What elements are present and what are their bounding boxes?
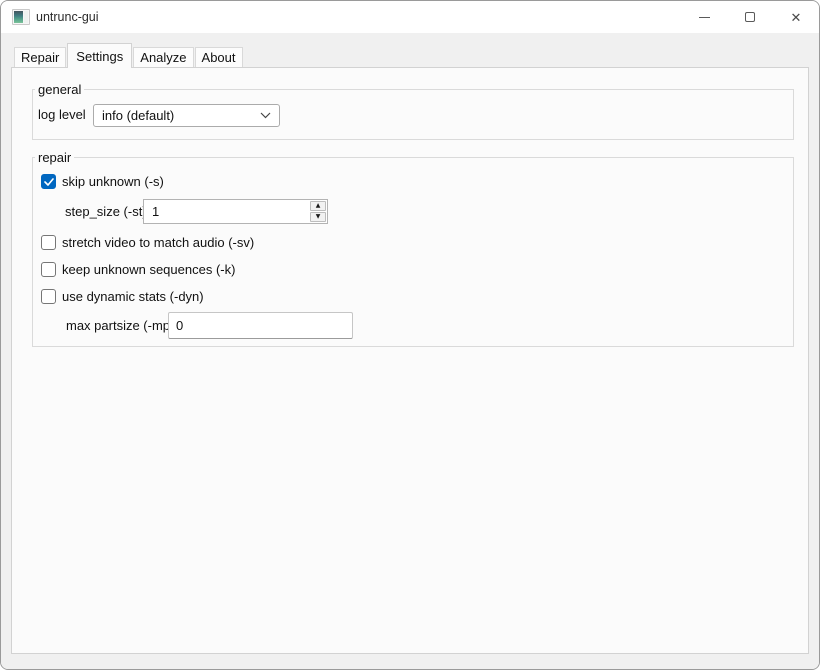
spin-up-button[interactable]: ▲	[310, 201, 326, 211]
step-size-label: step_size (-st)	[65, 204, 147, 219]
check-icon	[43, 177, 54, 186]
log-level-row: log level	[38, 107, 86, 122]
tab-analyze[interactable]: Analyze	[133, 47, 194, 67]
app-icon-strip	[24, 11, 28, 23]
stretch-video-row: stretch video to match audio (-sv)	[41, 235, 254, 250]
app-icon-image	[14, 11, 23, 23]
group-repair: repair skip unknown (-s) step_size (-st)…	[32, 150, 794, 347]
app-icon	[12, 9, 30, 25]
skip-unknown-label: skip unknown (-s)	[62, 174, 164, 189]
minimize-button[interactable]	[681, 1, 727, 33]
skip-unknown-checkbox[interactable]	[41, 174, 56, 189]
close-icon: ✕	[790, 9, 802, 25]
chevron-down-icon	[260, 112, 271, 119]
dynamic-stats-checkbox[interactable]	[41, 289, 56, 304]
tab-analyze-label: Analyze	[140, 50, 187, 65]
dynamic-stats-label: use dynamic stats (-dyn)	[62, 289, 204, 304]
stretch-video-checkbox[interactable]	[41, 235, 56, 250]
tab-settings[interactable]: Settings	[67, 43, 133, 68]
skip-unknown-row: skip unknown (-s)	[41, 174, 164, 189]
max-partsize-input[interactable]	[168, 312, 353, 339]
client-area: Repair Settings Analyze About general lo…	[1, 33, 819, 669]
step-size-row: step_size (-st)	[65, 204, 147, 219]
arrow-down-icon: ▼	[315, 213, 321, 220]
max-partsize-label: max partsize (-mp)	[66, 318, 175, 333]
group-general-title: general	[35, 82, 85, 97]
keep-unknown-row: keep unknown sequences (-k)	[41, 262, 235, 277]
arrow-up-icon: ▲	[315, 202, 321, 209]
minimize-icon	[698, 16, 710, 18]
group-general: general log level info (default)	[32, 82, 794, 140]
log-level-label: log level	[38, 107, 86, 122]
keep-unknown-label: keep unknown sequences (-k)	[62, 262, 236, 277]
maximize-button[interactable]	[727, 1, 773, 33]
tab-about-label: About	[201, 50, 236, 65]
dynamic-stats-row: use dynamic stats (-dyn)	[41, 289, 204, 304]
settings-pane: general log level info (default) repair …	[11, 67, 809, 654]
step-size-spinbox: ▲ ▼	[143, 199, 328, 224]
tab-about[interactable]: About	[194, 47, 243, 67]
log-level-value: info (default)	[102, 108, 175, 123]
maximize-icon	[745, 12, 755, 22]
tabbar: Repair Settings Analyze About	[14, 43, 244, 68]
group-repair-title: repair	[35, 150, 75, 165]
stretch-video-label: stretch video to match audio (-sv)	[62, 235, 255, 250]
window-controls: ✕	[681, 1, 819, 33]
tab-repair[interactable]: Repair	[14, 47, 67, 67]
close-button[interactable]: ✕	[773, 1, 819, 33]
titlebar: untrunc-gui ✕	[1, 1, 819, 33]
step-size-spin-buttons: ▲ ▼	[309, 200, 327, 223]
spin-down-button[interactable]: ▼	[310, 212, 326, 222]
tab-settings-label: Settings	[76, 48, 124, 64]
keep-unknown-checkbox[interactable]	[41, 262, 56, 277]
step-size-input[interactable]	[144, 200, 309, 223]
window-title: untrunc-gui	[36, 10, 99, 24]
tab-repair-label: Repair	[21, 50, 60, 65]
log-level-combobox[interactable]: info (default)	[93, 104, 280, 127]
max-partsize-row: max partsize (-mp)	[66, 318, 174, 333]
app-window: untrunc-gui ✕ Repair Settings Analyze Ab…	[0, 0, 820, 670]
